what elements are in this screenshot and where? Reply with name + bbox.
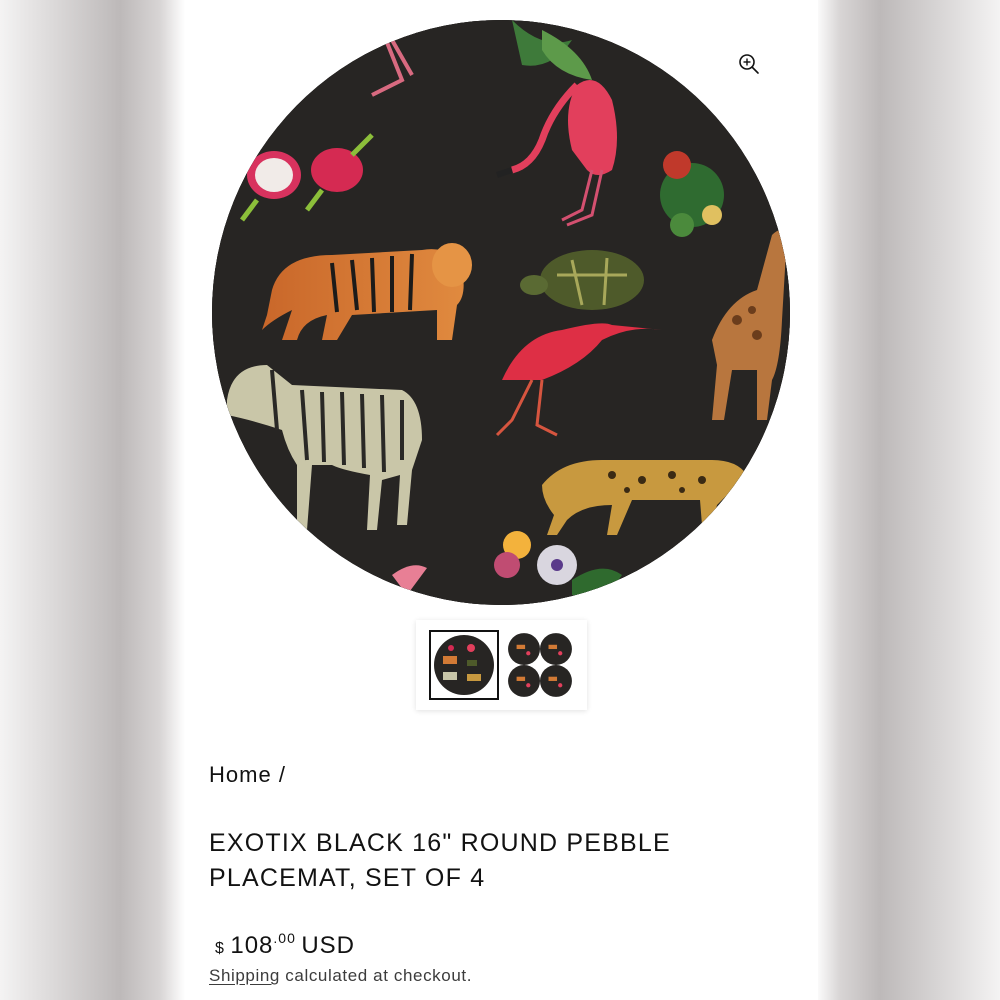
breadcrumb-home-link[interactable]: Home xyxy=(209,762,272,787)
product-main-image[interactable] xyxy=(212,20,790,605)
thumbnail-set-image xyxy=(507,633,572,697)
thumbnail-single[interactable] xyxy=(428,630,499,700)
price-currency-symbol: $ xyxy=(215,940,225,957)
thumbnail-set[interactable] xyxy=(505,630,575,700)
thumbnail-single-image xyxy=(433,635,494,695)
zoom-button[interactable] xyxy=(719,34,779,94)
product-price: $ 108.00 USD xyxy=(215,930,355,960)
shipping-note: Shipping calculated at checkout. xyxy=(209,966,472,986)
price-currency-code: USD xyxy=(301,932,355,959)
price-cents: .00 xyxy=(273,930,296,946)
placemat-illustration xyxy=(212,20,790,605)
breadcrumb-separator: / xyxy=(278,762,286,787)
product-title: EXOTIX BLACK 16" ROUND PEBBLE PLACEMAT, … xyxy=(209,829,671,892)
zoom-in-icon xyxy=(739,54,759,74)
product-page: Home / EXOTIX BLACK 16" ROUND PEBBLE PLA… xyxy=(185,0,818,1000)
price-amount: 108 xyxy=(230,932,274,959)
thumbnail-gallery xyxy=(416,620,587,710)
breadcrumb: Home / xyxy=(209,762,286,788)
shipping-text: calculated at checkout. xyxy=(285,966,473,985)
shipping-link[interactable]: Shipping xyxy=(209,966,280,985)
